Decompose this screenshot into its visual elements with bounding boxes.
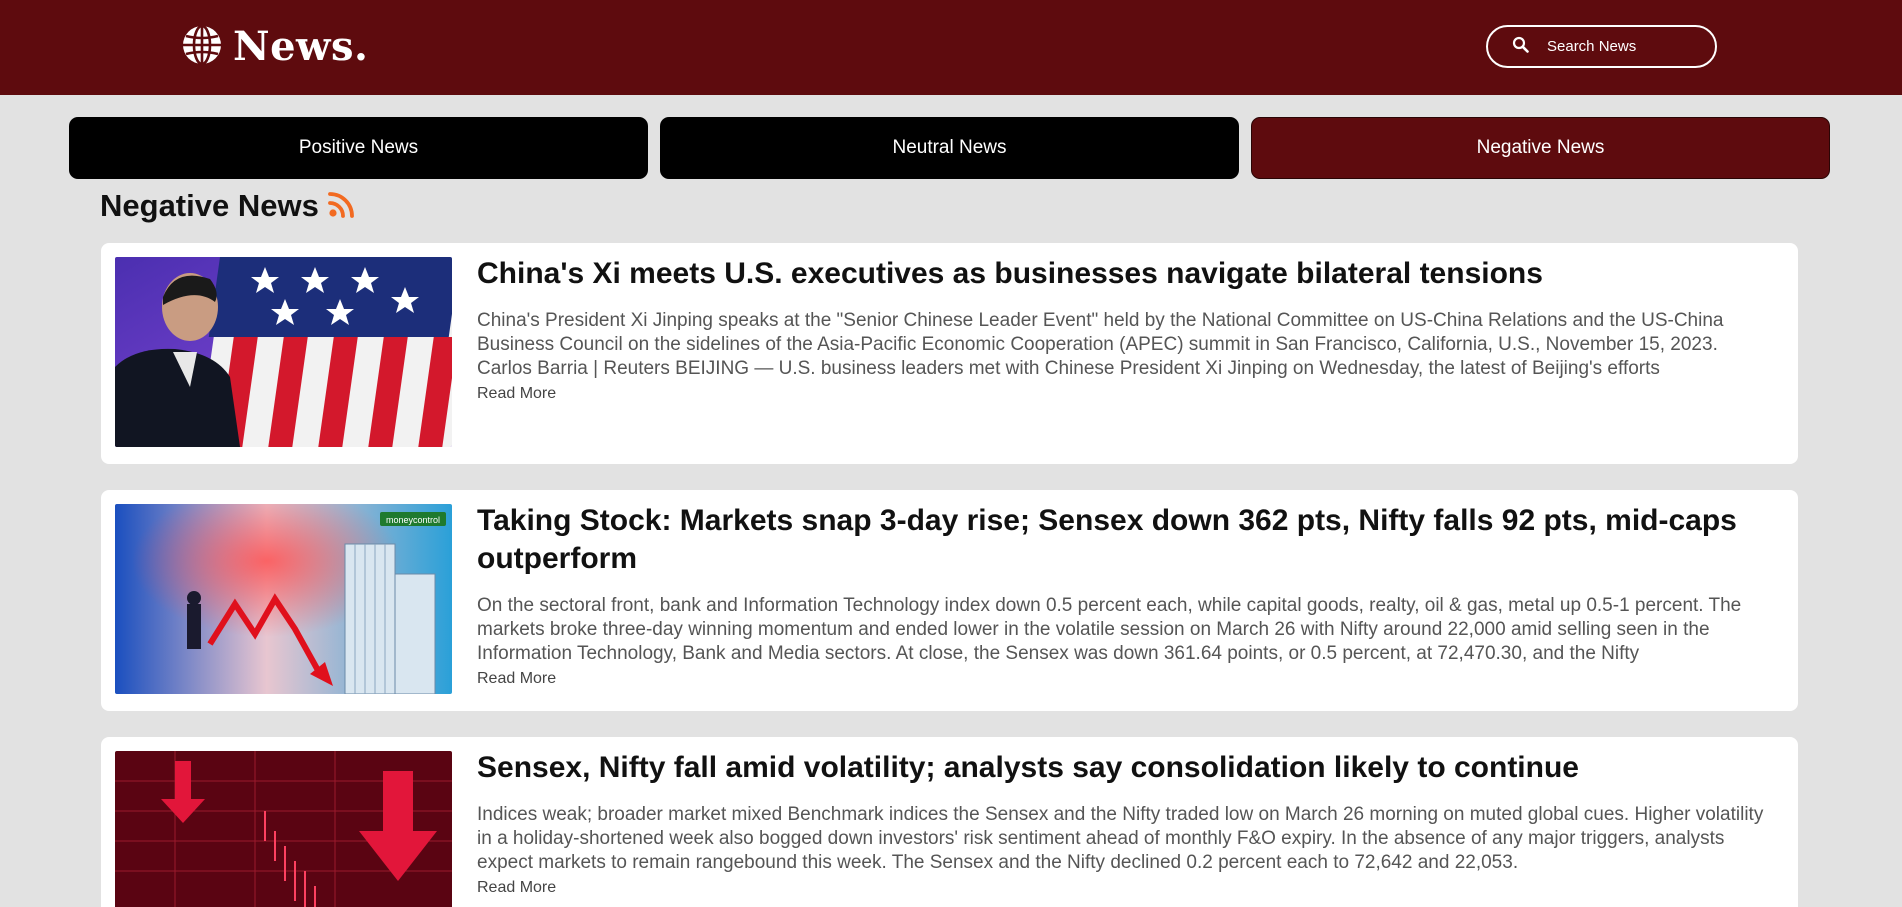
page-title: Negative News (100, 188, 319, 223)
market-fall-illustration: moneycontrol (115, 504, 452, 694)
read-more-link[interactable]: Read More (477, 879, 556, 897)
article-summary: China's President Xi Jinping speaks at t… (477, 310, 1724, 379)
section-heading: Negative News (100, 186, 357, 226)
read-more-link[interactable]: Read More (477, 670, 556, 688)
site-logo[interactable]: News. (181, 24, 368, 70)
article-title[interactable]: China's Xi meets U.S. executives as busi… (477, 255, 1768, 293)
article-card[interactable]: China's Xi meets U.S. executives as busi… (101, 243, 1798, 464)
article-body: Taking Stock: Markets snap 3-day rise; S… (477, 502, 1768, 688)
read-more-link[interactable]: Read More (477, 385, 556, 403)
red-ticker-illustration (115, 751, 452, 907)
search-icon (1512, 36, 1529, 58)
image-badge: moneycontrol (386, 515, 440, 525)
article-thumbnail[interactable]: moneycontrol (115, 504, 452, 694)
tab-positive-news[interactable]: Positive News (69, 117, 648, 179)
tab-neutral-news[interactable]: Neutral News (660, 117, 1239, 179)
site-header: News. Search News (0, 0, 1902, 95)
article-summary: Indices weak; broader market mixed Bench… (477, 804, 1764, 873)
article-thumbnail[interactable] (115, 257, 452, 447)
article-title[interactable]: Taking Stock: Markets snap 3-day rise; S… (477, 502, 1768, 578)
search-placeholder: Search News (1547, 38, 1637, 55)
article-thumbnail[interactable] (115, 751, 452, 907)
xi-flag-photo (115, 257, 452, 447)
article-card[interactable]: moneycontrol Taking Stock: Markets snap … (101, 490, 1798, 711)
logo-text: News. (233, 23, 369, 70)
article-body: Sensex, Nifty fall amid volatility; anal… (477, 749, 1768, 897)
search-input[interactable]: Search News (1486, 25, 1717, 68)
article-title[interactable]: Sensex, Nifty fall amid volatility; anal… (477, 749, 1768, 787)
article-summary: On the sectoral front, bank and Informat… (477, 595, 1742, 664)
article-card[interactable]: Sensex, Nifty fall amid volatility; anal… (101, 737, 1798, 907)
article-body: China's Xi meets U.S. executives as busi… (477, 255, 1768, 403)
tab-negative-news[interactable]: Negative News (1251, 117, 1830, 179)
rss-icon[interactable] (327, 189, 357, 224)
globe-icon (181, 24, 223, 71)
